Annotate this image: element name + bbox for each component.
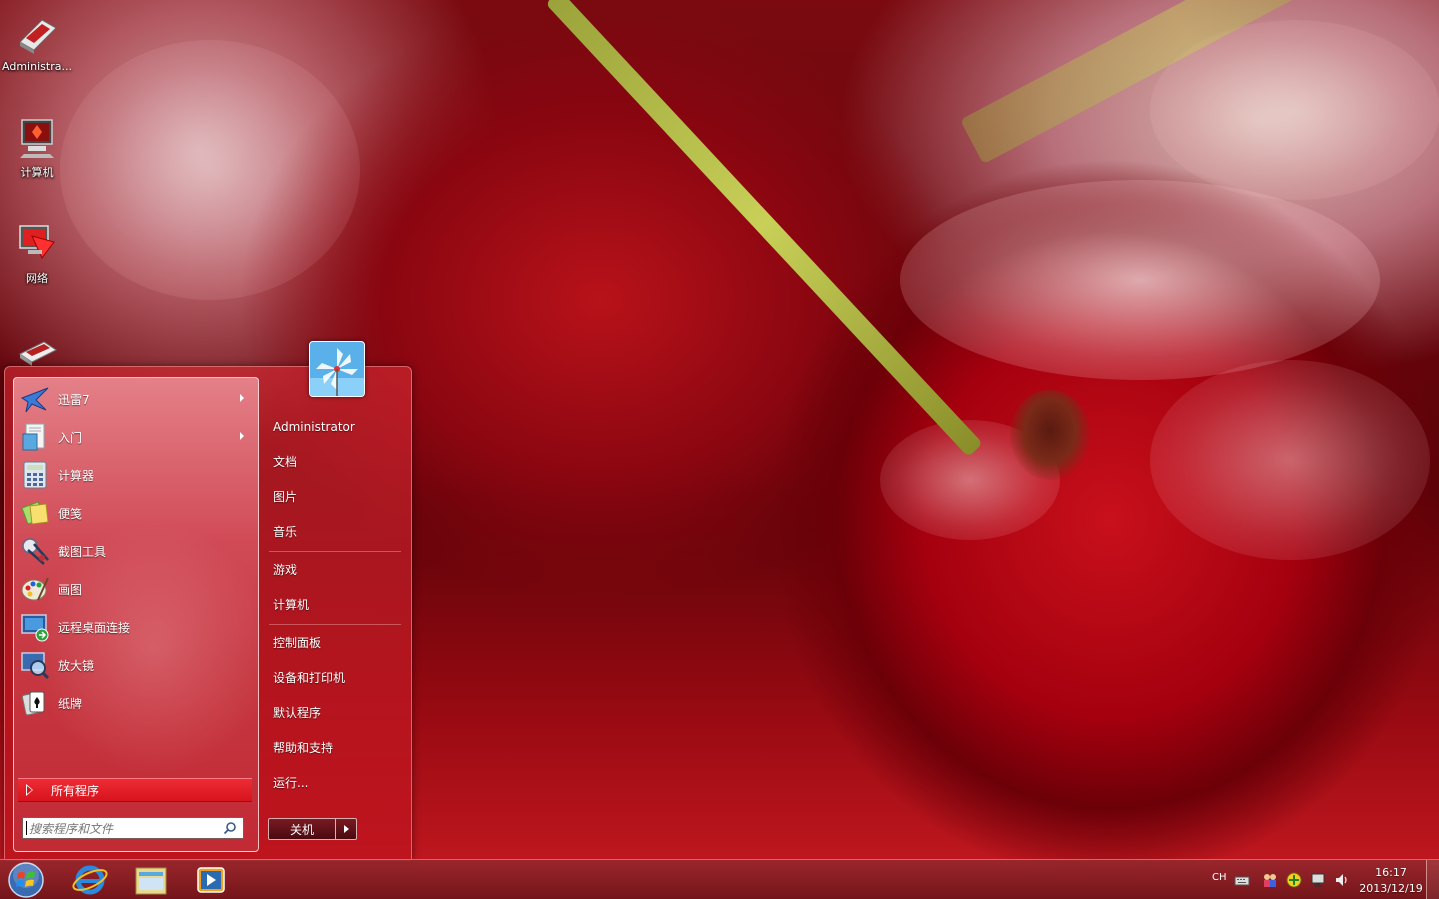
taskbar: CH 16:17 2013/12/19 [0,859,1439,899]
explorer-icon[interactable] [122,862,178,898]
wallpaper-highlight [60,40,360,300]
program-item-label: 计算器 [58,468,95,483]
security-plus-icon[interactable] [1286,872,1302,888]
desktop-icon-network[interactable]: 网络 [0,222,74,286]
separator [269,551,401,552]
program-item-label: 纸牌 [58,696,83,711]
wallpaper-stem [545,0,983,458]
clock-time[interactable]: 16:17 [1356,866,1426,879]
place-games[interactable]: 游戏 [273,560,401,580]
wallpaper-highlight [1150,360,1430,560]
paint-icon [21,577,49,601]
keyboard-icon[interactable] [1234,872,1250,888]
people-icon[interactable] [1262,872,1278,888]
search-icon[interactable] [223,821,237,835]
shutdown-label: 关机 [289,822,314,837]
program-item-getting-started[interactable]: 入门 [20,420,252,454]
place-run[interactable]: 运行... [273,773,401,793]
show-desktop-button[interactable] [1426,860,1439,899]
place-default-programs[interactable]: 默认程序 [273,703,401,723]
start-orb-icon[interactable] [6,861,46,899]
start-menu-programs-pane: 迅雷7 入门 计算器 便笺 截图工具 画图 远程桌面连接 放大镜 纸牌 所有程序… [13,377,259,852]
pinwheel-icon [310,342,364,396]
sticky-notes-icon [21,501,49,525]
desktop-icon-label: 计算机 [20,166,54,179]
program-item-label: 入门 [58,430,83,445]
submenu-arrow-icon [240,394,244,402]
volume-icon[interactable] [1334,872,1350,888]
place-help-support[interactable]: 帮助和支持 [273,738,401,758]
all-programs-button[interactable]: 所有程序 [18,778,252,802]
wallpaper-highlight [900,180,1380,380]
program-item-sticky-notes[interactable]: 便笺 [20,496,252,530]
program-item-remote-desktop[interactable]: 远程桌面连接 [20,610,252,644]
magnifier-icon [21,652,50,680]
program-item-label: 迅雷7 [58,392,90,407]
place-pictures[interactable]: 图片 [273,487,401,507]
thunder-bird-icon [20,387,49,413]
program-item-solitaire[interactable]: 纸牌 [20,686,252,720]
program-item-label: 放大镜 [58,658,95,673]
shutdown-button[interactable]: 关机 [268,818,336,840]
clock-date[interactable]: 2013/12/19 [1356,882,1426,895]
program-item-snipping-tool[interactable]: 截图工具 [20,534,252,568]
desktop-icon-administrator[interactable]: Administra... [0,12,74,73]
desktop-icon-label: Administra... [2,60,72,73]
program-item-label: 便笺 [58,506,83,521]
desktop: Administra... 计算机 网络 迅雷7 入门 计算器 便笺 截图工具 … [0,0,1439,899]
place-user-folder[interactable]: Administrator [273,417,401,437]
snipping-tool-icon [22,538,49,565]
place-control-panel[interactable]: 控制面板 [273,633,401,653]
submenu-arrow-icon [240,432,244,440]
search-box[interactable] [22,817,244,839]
program-item-paint[interactable]: 画图 [20,572,252,606]
solitaire-icon [21,691,45,716]
place-devices-printers[interactable]: 设备和打印机 [273,668,401,688]
getting-started-icon [22,423,45,451]
user-folder-icon [19,19,57,54]
calculator-icon [23,461,47,489]
computer-icon [20,119,54,158]
remote-desktop-icon [21,614,49,642]
program-item-magnifier[interactable]: 放大镜 [20,648,252,682]
program-item-label: 远程桌面连接 [58,620,131,635]
language-indicator[interactable]: CH [1212,872,1227,883]
program-item-label: 画图 [58,582,83,597]
desktop-icon-label: 网络 [26,272,48,285]
ie-icon[interactable] [62,862,118,898]
place-computer[interactable]: 计算机 [273,595,401,615]
start-menu: 迅雷7 入门 计算器 便笺 截图工具 画图 远程桌面连接 放大镜 纸牌 所有程序… [4,341,412,861]
program-item-xunlei[interactable]: 迅雷7 [20,382,252,416]
place-music[interactable]: 音乐 [273,522,401,542]
all-programs-label: 所有程序 [51,783,100,798]
program-item-label: 截图工具 [58,544,107,559]
media-player-icon[interactable] [182,862,238,898]
shutdown-options-button[interactable] [335,818,357,840]
separator [269,624,401,625]
user-avatar[interactable] [309,341,365,397]
search-input[interactable] [23,819,219,839]
place-documents[interactable]: 文档 [273,452,401,472]
network-status-icon[interactable] [1310,872,1326,888]
play-arrow-icon [26,784,33,796]
network-icon [19,225,55,259]
program-item-calculator[interactable]: 计算器 [20,458,252,492]
wallpaper-stem-knot [1010,390,1090,480]
desktop-icon-computer[interactable]: 计算机 [0,116,74,180]
text-cursor [26,821,27,835]
